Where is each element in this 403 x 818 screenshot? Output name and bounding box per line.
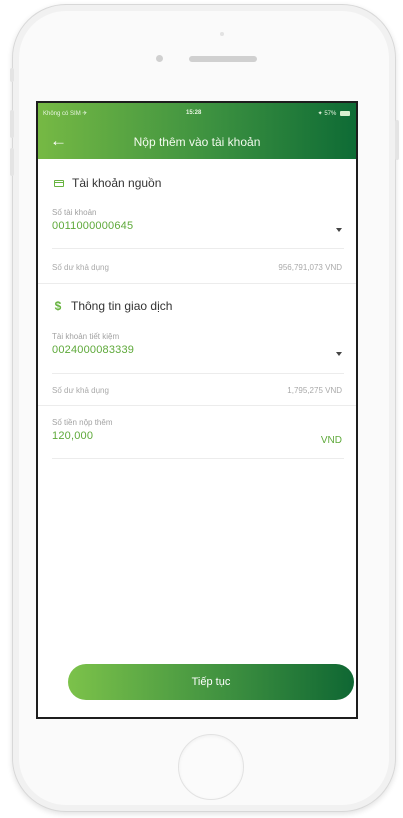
battery-indicator: ✦ 57%	[318, 110, 350, 117]
clock-time: 15:28	[186, 110, 202, 116]
front-sensor	[220, 32, 224, 36]
volume-up-button	[10, 110, 14, 138]
continue-button[interactable]: Tiếp tục	[68, 664, 354, 700]
app-header: ← Nộp thêm vào tài khoản	[38, 125, 356, 159]
currency-label: VND	[320, 435, 342, 446]
savings-available-balance-row: Số dư khả dụng 1,795,275 VND	[52, 386, 344, 395]
divider	[52, 248, 344, 249]
divider	[52, 373, 344, 374]
source-available-balance-row: Số dư khả dụng 956,791,073 VND	[52, 263, 344, 272]
silent-switch	[10, 68, 14, 82]
earpiece-speaker	[189, 56, 257, 62]
dollar-icon: $	[54, 299, 62, 313]
deposit-amount-input[interactable]: 120,000	[52, 430, 344, 442]
carrier-text: Không có SIM ✈	[43, 111, 88, 117]
status-bar: Không có SIM ✈ 15:28 ✦ 57%	[38, 103, 356, 125]
front-camera	[156, 55, 163, 62]
page-title: Nộp thêm vào tài khoản	[133, 135, 261, 149]
battery-icon	[340, 110, 350, 116]
battery-percent: ✦ 57%	[317, 111, 337, 117]
transaction-info-section-title: $ Thông tin giao dịch	[54, 299, 173, 313]
app-screen: Không có SIM ✈ 15:28 ✦ 57% ← Nộp thêm và…	[36, 101, 358, 719]
chevron-down-icon[interactable]	[336, 352, 342, 356]
savings-account-value: 0024000083339	[52, 344, 135, 356]
source-available-balance-value: 956,791,073 VND	[278, 263, 342, 272]
source-account-section-title: Tài khoản nguồn	[54, 176, 161, 190]
source-account-label: Số tài khoản	[52, 208, 97, 217]
source-available-balance-label: Số dư khả dụng	[52, 263, 109, 272]
card-icon	[54, 179, 64, 187]
transaction-info-title-text: Thông tin giao dịch	[71, 299, 173, 313]
savings-account-select[interactable]: Tài khoản tiết kiệm 0024000083339	[52, 332, 344, 356]
section-divider	[38, 405, 356, 406]
divider	[52, 458, 344, 459]
volume-down-button	[10, 148, 14, 176]
source-account-value: 0011000000645	[52, 220, 134, 232]
home-button[interactable]	[178, 734, 244, 800]
power-button	[395, 120, 399, 160]
deposit-amount-field[interactable]: Số tiền nộp thêm 120,000 VND	[52, 418, 344, 446]
deposit-amount-label: Số tiền nộp thêm	[52, 418, 113, 427]
source-account-select[interactable]: Số tài khoản 0011000000645	[52, 208, 344, 232]
savings-account-label: Tài khoản tiết kiệm	[52, 332, 120, 341]
chevron-down-icon[interactable]	[336, 228, 342, 232]
savings-available-balance-label: Số dư khả dụng	[52, 386, 109, 395]
section-divider	[38, 283, 356, 284]
source-account-title-text: Tài khoản nguồn	[72, 176, 162, 190]
savings-available-balance-value: 1,795,275 VND	[287, 386, 342, 395]
